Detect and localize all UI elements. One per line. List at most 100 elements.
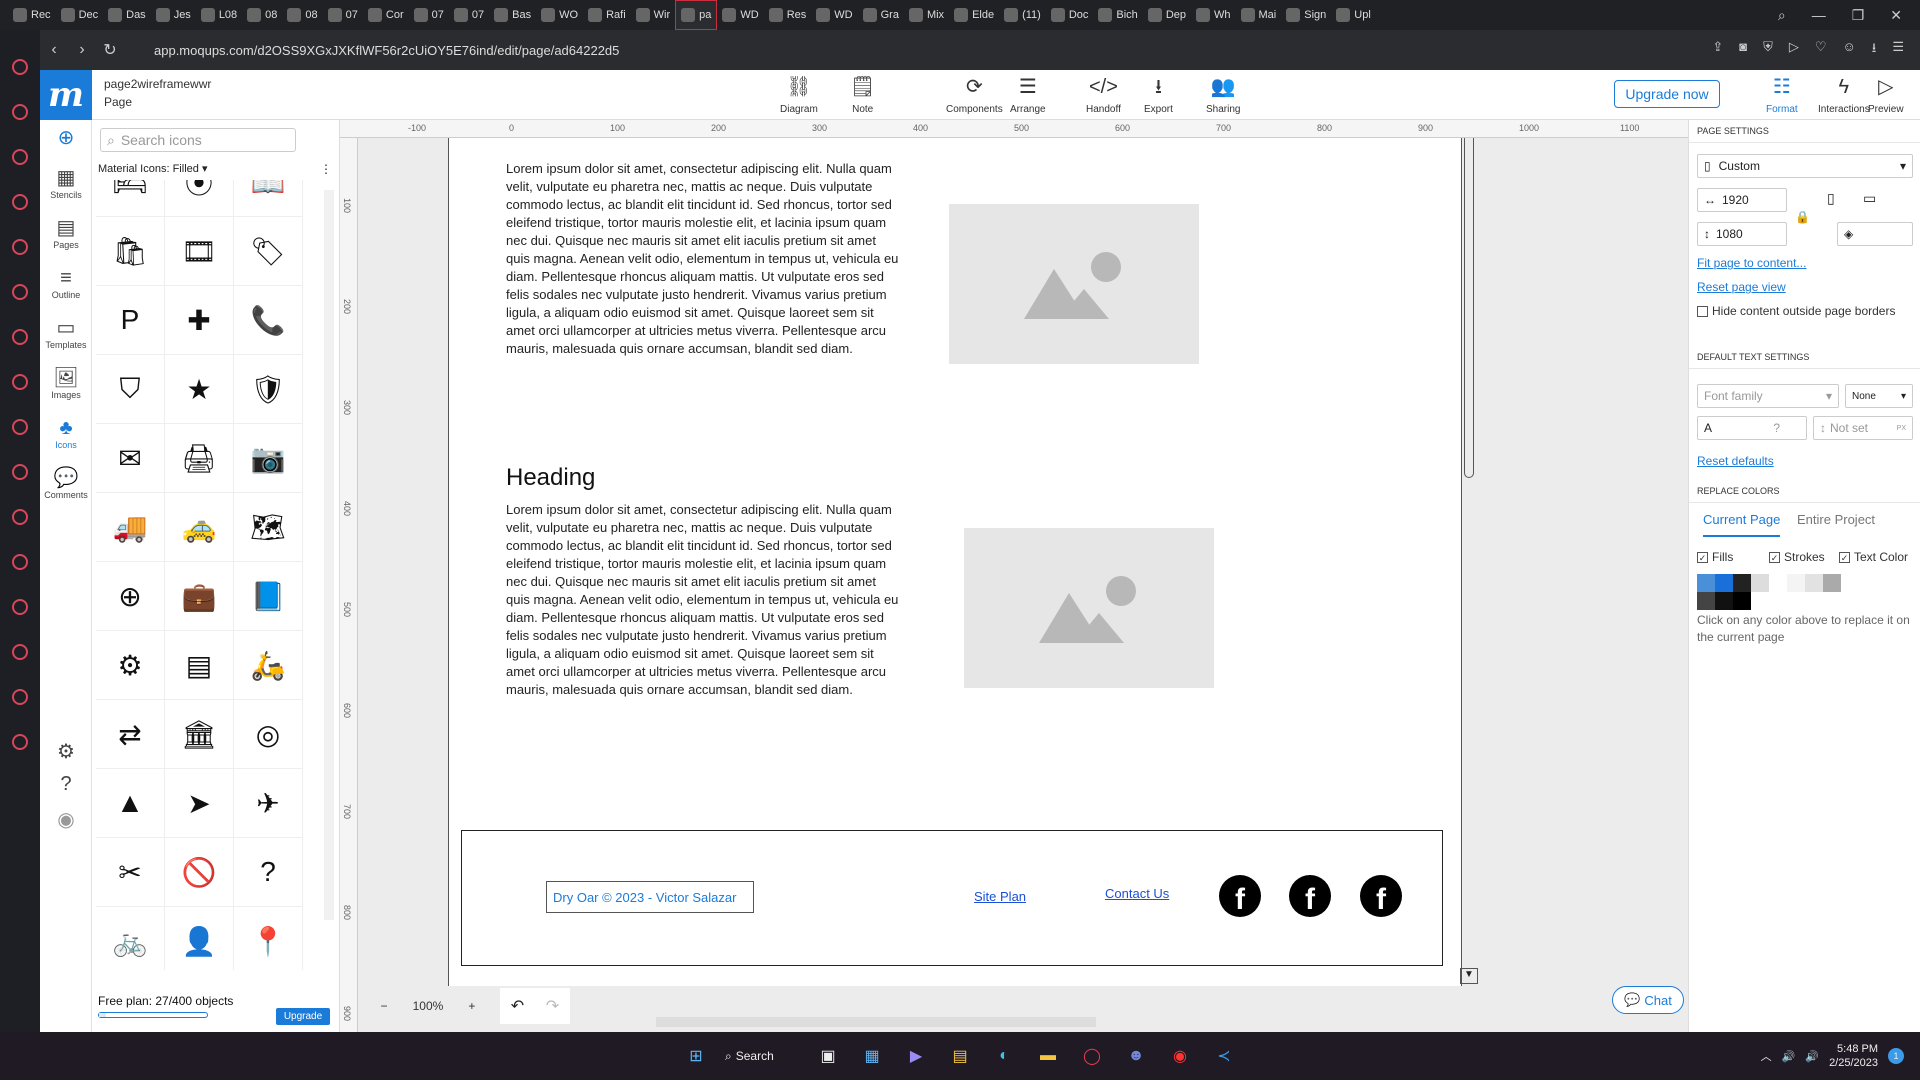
browser-tab[interactable]: L08: [196, 4, 242, 26]
menu-icon[interactable]: ☰: [1892, 39, 1904, 61]
landscape-icon[interactable]: ▭: [1863, 190, 1876, 207]
chevron-up-icon[interactable]: ︿: [1761, 1048, 1772, 1064]
browser-tab[interactable]: Wir: [631, 4, 676, 26]
discord-icon[interactable]: ☻: [1121, 1041, 1151, 1071]
upgrade-now-button[interactable]: Upgrade now: [1614, 80, 1720, 108]
browser-tab[interactable]: Mix: [904, 4, 949, 26]
canvas-hscrollbar[interactable]: [656, 1017, 1096, 1027]
search-input[interactable]: ⌕ Search icons: [100, 128, 296, 152]
browser-tab[interactable]: Dec: [56, 4, 104, 26]
icon-cell[interactable]: 🏛: [165, 700, 234, 769]
color-swatch[interactable]: [1697, 592, 1715, 610]
color-swatch[interactable]: [1697, 574, 1715, 592]
heart-icon[interactable]: ♡: [1815, 39, 1827, 61]
copyright-box[interactable]: Dry Oar © 2023 - Victor Salazar: [546, 881, 754, 913]
sidebar-app-icon[interactable]: [12, 554, 28, 570]
heading[interactable]: Heading: [506, 464, 595, 492]
color-swatch[interactable]: [1715, 574, 1733, 592]
icon-cell[interactable]: 🛵: [234, 631, 303, 700]
width-input[interactable]: ↔ 1920: [1697, 188, 1787, 212]
sidebar-app-icon[interactable]: [12, 284, 28, 300]
icon-cell[interactable]: 📍: [234, 907, 303, 970]
icon-cell[interactable]: 🎞: [165, 217, 234, 286]
chat-button[interactable]: 💬 Chat: [1612, 986, 1684, 1014]
hide-outside-checkbox[interactable]: Hide content outside page borders: [1697, 304, 1895, 318]
url-field[interactable]: app.moqups.com/d2OSS9XGxJXKflWF56r2cUiOY…: [154, 43, 619, 58]
toolbar-export-button[interactable]: ⭳ Export: [1144, 76, 1173, 115]
font-family-select[interactable]: Font family ▾: [1697, 384, 1839, 408]
more-options-icon[interactable]: ⋮: [320, 162, 332, 176]
panel-format-button[interactable]: ☷ Format: [1766, 76, 1798, 115]
shield-icon[interactable]: ⛨: [1763, 39, 1773, 61]
share-icon[interactable]: ⇪: [1712, 39, 1723, 61]
rail-comments[interactable]: 💬 Comments: [40, 466, 92, 500]
icon-cell[interactable]: P: [96, 286, 165, 355]
browser-tab[interactable]: Das: [103, 4, 151, 26]
scroll-down-icon[interactable]: ▼: [1460, 968, 1478, 984]
rail-outline[interactable]: ≡ Outline: [40, 266, 92, 300]
browser-tab[interactable]: Res: [764, 4, 812, 26]
color-swatch[interactable]: [1733, 592, 1751, 610]
fit-page-link[interactable]: Fit page to content...: [1697, 256, 1806, 270]
zoom-in-button[interactable]: +: [468, 999, 475, 1013]
icon-cell[interactable]: ✚: [165, 286, 234, 355]
speaker-icon[interactable]: 🔊: [1782, 1050, 1796, 1063]
browser-tab[interactable]: 07: [323, 4, 363, 26]
file-explorer-icon[interactable]: ▬: [1033, 1041, 1063, 1071]
paragraph-1[interactable]: Lorem ipsum dolor sit amet, consectetur …: [506, 160, 900, 358]
moqups-logo[interactable]: m: [40, 70, 92, 120]
icon-cell[interactable]: ✉: [96, 424, 165, 493]
browser-tab[interactable]: Rec: [8, 4, 56, 26]
help-button[interactable]: ?: [40, 772, 92, 796]
camera-icon[interactable]: ◙: [1739, 39, 1747, 61]
send-icon[interactable]: ▷: [1789, 39, 1799, 61]
icon-cell[interactable]: 🛏: [96, 180, 165, 217]
rail-stencils[interactable]: ▦ Stencils: [40, 166, 92, 200]
sidebar-app-icon[interactable]: [12, 689, 28, 705]
vscode-icon[interactable]: ≺: [1209, 1041, 1239, 1071]
icon-cell[interactable]: ⦿: [165, 180, 234, 217]
image-placeholder-1[interactable]: [949, 204, 1199, 364]
widgets-icon[interactable]: ▦: [857, 1041, 887, 1071]
icon-cell[interactable]: 💼: [165, 562, 234, 631]
sidebar-app-icon[interactable]: [12, 509, 28, 525]
youtube-music-icon[interactable]: ◉: [1165, 1041, 1195, 1071]
sidebar-app-icon[interactable]: [12, 239, 28, 255]
icon-cell[interactable]: ▲: [96, 769, 165, 838]
icon-cell[interactable]: 🚚: [96, 493, 165, 562]
icon-cell[interactable]: ⛉: [96, 355, 165, 424]
browser-tab[interactable]: Mai: [1236, 4, 1282, 26]
contact-link[interactable]: Contact Us: [1105, 886, 1169, 901]
page-size-select[interactable]: ▯ Custom ▾: [1697, 154, 1913, 178]
icon-cell[interactable]: ✈: [234, 769, 303, 838]
browser-tab[interactable]: Wh: [1191, 4, 1236, 26]
icon-cell[interactable]: 🚲: [96, 907, 165, 970]
sidebar-app-icon[interactable]: [12, 59, 28, 75]
browser-tab[interactable]: Bich: [1093, 4, 1142, 26]
sidebar-app-icon[interactable]: [12, 644, 28, 660]
browser-tab[interactable]: (11): [999, 4, 1046, 26]
font-weight-select[interactable]: None ▾: [1845, 384, 1913, 408]
icon-cell[interactable]: ?: [234, 838, 303, 907]
panel-preview-button[interactable]: ▷ Preview: [1868, 76, 1904, 115]
library-select[interactable]: Material Icons: Filled ▾: [98, 162, 207, 175]
facebook-icon[interactable]: f: [1360, 875, 1402, 917]
toolbar-arrange-button[interactable]: ☰ Arrange: [1010, 76, 1046, 115]
search-tabs-icon[interactable]: ⌕: [1778, 7, 1786, 24]
rail-icons[interactable]: ♣ Icons: [40, 416, 92, 450]
icon-cell[interactable]: ★: [165, 355, 234, 424]
browser-tab[interactable]: 08: [242, 4, 282, 26]
edge-icon[interactable]: ◐: [989, 1041, 1019, 1071]
sidebar-app-icon[interactable]: [12, 374, 28, 390]
color-swatch[interactable]: [1751, 574, 1769, 592]
color-swatch[interactable]: [1733, 574, 1751, 592]
icon-cell[interactable]: ⚙: [96, 631, 165, 700]
toolbar-sharing-button[interactable]: 👥 Sharing: [1206, 76, 1240, 115]
sidebar-app-icon[interactable]: [12, 194, 28, 210]
icon-cell[interactable]: ⊕: [96, 562, 165, 631]
font-size-input[interactable]: A?: [1697, 416, 1807, 440]
redo-icon[interactable]: ↷: [546, 996, 559, 1016]
line-height-input[interactable]: ↕ Not set PX: [1813, 416, 1913, 440]
icon-cell[interactable]: 🖨: [165, 424, 234, 493]
browser-tab[interactable]: Elde: [949, 4, 999, 26]
